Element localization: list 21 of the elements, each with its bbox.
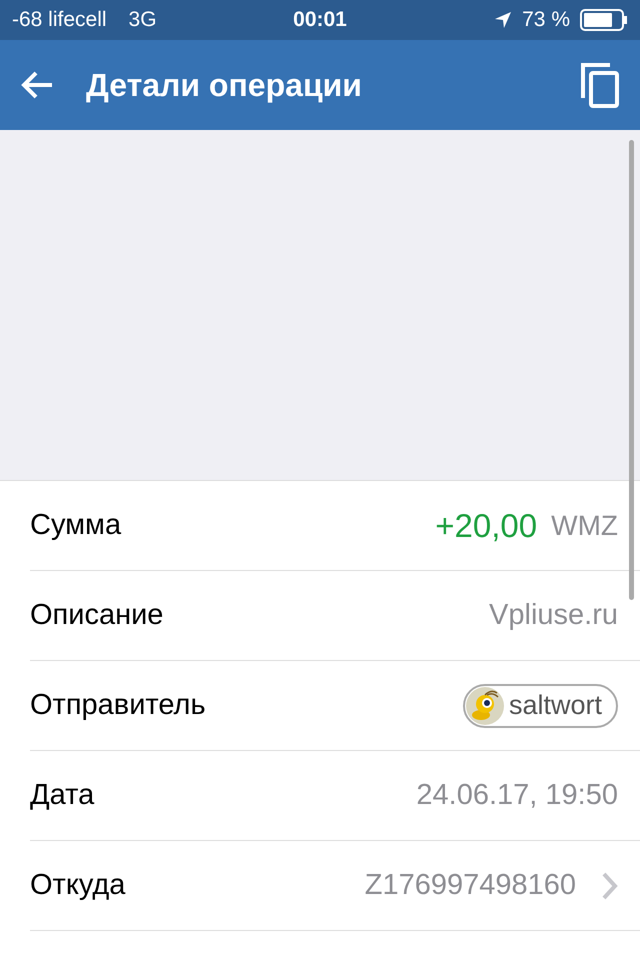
battery-icon — [580, 9, 628, 31]
clock-text: 00:01 — [293, 8, 347, 32]
row-label: Дата — [30, 779, 96, 812]
row-label: Отправитель — [30, 689, 207, 722]
chevron-right-icon — [602, 872, 618, 900]
location-arrow-icon — [494, 11, 512, 29]
copy-button[interactable] — [580, 62, 620, 108]
battery-percent: 73 % — [522, 8, 570, 32]
row-label: Описание — [30, 599, 164, 632]
network-text: 3G — [128, 8, 157, 32]
row-label: Откуда — [30, 869, 126, 902]
back-button[interactable] — [20, 70, 54, 100]
user-chip[interactable]: saltwort — [462, 684, 618, 728]
carrier-text: -68 lifecell — [12, 8, 107, 32]
amount-value: +20,00 — [435, 506, 538, 544]
row-label: Сумма — [30, 509, 122, 542]
row-value: 24.06.17, 19:50 — [416, 779, 618, 812]
bee-avatar-icon — [464, 686, 505, 726]
currency-label: WMZ — [551, 510, 618, 542]
row-value: Vpliuse.ru — [489, 599, 618, 632]
screen-title: Детали операции — [86, 66, 363, 104]
